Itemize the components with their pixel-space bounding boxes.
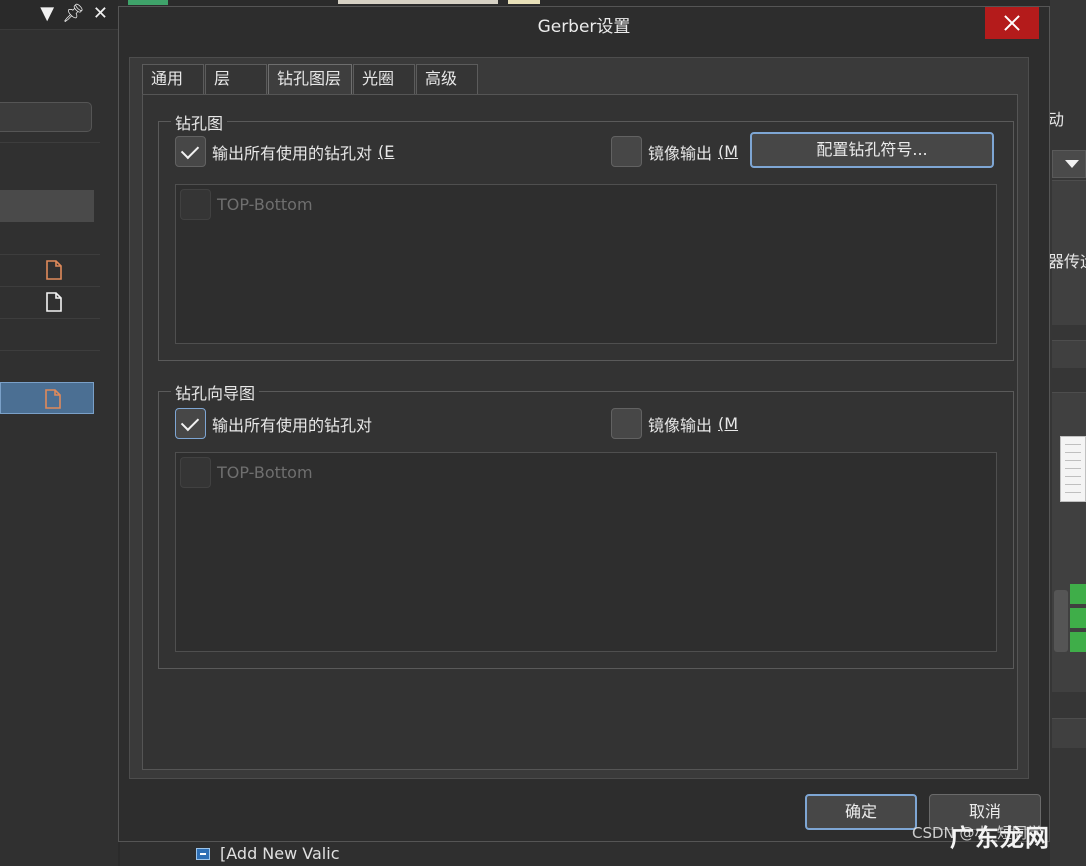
- document-icon: [46, 292, 62, 312]
- guide-mirror-output-shortcut: (M: [718, 414, 739, 433]
- status-check-icons: [1070, 584, 1086, 652]
- tab-apertures[interactable]: 光圈: [353, 64, 415, 94]
- mirror-output-label: 镜像输出: [648, 143, 713, 163]
- document-icon: [45, 389, 61, 409]
- dropdown-triangle-icon[interactable]: ▼: [40, 3, 54, 24]
- group-title: 钻孔向导图: [171, 380, 260, 404]
- scrollbar[interactable]: [1054, 590, 1068, 652]
- output-all-drill-pairs-option[interactable]: 输出所有使用的钻孔对 (E: [175, 136, 394, 167]
- list-item: TOP-Bottom: [180, 457, 313, 488]
- right-panel-section: [1052, 340, 1086, 368]
- dialog-title: Gerber设置: [537, 17, 631, 37]
- left-panel-row[interactable]: [0, 286, 94, 318]
- drill-pair-checkbox: [180, 457, 211, 488]
- tab-drill-drawing[interactable]: 钻孔图层: [268, 64, 352, 94]
- left-panel-header: ▼ 📌︎ ✕: [0, 0, 118, 30]
- output-all-drill-pairs-checkbox[interactable]: [175, 136, 206, 167]
- pin-icon[interactable]: 📌︎: [62, 3, 85, 24]
- close-button[interactable]: [985, 7, 1039, 39]
- dialog-body: 通用 层 钻孔图层 光圈 高级 钻孔图 输出所有使用的钻孔对 (E 镜像输出 (…: [129, 57, 1029, 779]
- right-panel-dropdown[interactable]: [1052, 150, 1086, 178]
- close-icon: [1004, 15, 1020, 31]
- tab-advanced[interactable]: 高级: [416, 64, 478, 94]
- right-panel-section: [1052, 718, 1086, 748]
- output-all-drill-pairs-label: 输出所有使用的钻孔对: [212, 143, 373, 163]
- guide-mirror-output-label: 镜像输出: [648, 415, 713, 435]
- document-icon: [46, 260, 62, 280]
- left-panel-row[interactable]: [0, 190, 94, 222]
- left-panel-row-selected[interactable]: [0, 382, 94, 414]
- bg-toolbar-strip: [508, 0, 540, 4]
- left-panel-search-input[interactable]: [0, 102, 92, 132]
- drill-pair-label: TOP-Bottom: [217, 463, 313, 482]
- close-icon[interactable]: ✕: [93, 3, 108, 24]
- drill-drawing-tab-page: 钻孔图 输出所有使用的钻孔对 (E 镜像输出 (M 配置钻孔符号... TOP-…: [142, 94, 1018, 770]
- divider: [0, 318, 100, 319]
- guide-mirror-output-checkbox[interactable]: [611, 408, 642, 439]
- drill-pair-checkbox: [180, 189, 211, 220]
- watermark-brand-text: 广东龙网: [950, 824, 1050, 852]
- bg-toolbar-strip: [338, 0, 498, 4]
- divider: [0, 142, 100, 143]
- bg-toolbar-strip: [128, 0, 168, 5]
- right-panel-label: 动: [1048, 110, 1065, 129]
- chevron-down-icon: [1065, 160, 1079, 168]
- tab-general[interactable]: 通用: [142, 64, 204, 94]
- guide-mirror-output-option[interactable]: 镜像输出 (M: [611, 408, 738, 439]
- gerber-settings-dialog: Gerber设置 通用 层 钻孔图层 光圈 高级 钻孔图 输出所有使用的钻孔对 …: [118, 6, 1050, 842]
- left-panel-row[interactable]: [0, 254, 94, 286]
- guide-drill-pairs-list[interactable]: TOP-Bottom: [175, 452, 997, 652]
- mirror-output-shortcut: (M: [718, 142, 739, 161]
- group-title: 钻孔图: [171, 110, 228, 134]
- configure-drill-symbols-button[interactable]: 配置钻孔符号...: [750, 132, 994, 168]
- right-panel-label: 器传运: [1048, 252, 1086, 271]
- list-item: TOP-Bottom: [180, 189, 313, 220]
- check-icon: [1070, 608, 1086, 628]
- drill-drawing-group: 钻孔图 输出所有使用的钻孔对 (E 镜像输出 (M 配置钻孔符号... TOP-…: [158, 110, 1014, 361]
- guide-output-all-drill-pairs-label: 输出所有使用的钻孔对: [212, 415, 373, 435]
- divider: [0, 350, 100, 351]
- mirror-output-checkbox[interactable]: [611, 136, 642, 167]
- add-new-validation-item[interactable]: [Add New Valic: [196, 844, 339, 863]
- tab-layers[interactable]: 层: [205, 64, 267, 94]
- drill-pairs-list[interactable]: TOP-Bottom: [175, 184, 997, 344]
- add-new-validation-label: [Add New Valic: [220, 844, 340, 863]
- ok-button[interactable]: 确定: [805, 794, 917, 830]
- tab-bar: 通用 层 钻孔图层 光圈 高级: [142, 64, 479, 94]
- mirror-output-option[interactable]: 镜像输出 (M: [611, 136, 738, 167]
- drill-pair-label: TOP-Bottom: [217, 195, 313, 214]
- add-arrow-icon: [196, 847, 210, 860]
- guide-output-all-drill-pairs-option[interactable]: 输出所有使用的钻孔对: [175, 408, 372, 439]
- check-icon: [1070, 632, 1086, 652]
- watermark-brand: 广东龙网: [950, 818, 1050, 853]
- drill-guide-group: 钻孔向导图 输出所有使用的钻孔对 镜像输出 (M TOP-Bottom: [158, 380, 1014, 669]
- output-all-shortcut: (E: [378, 142, 395, 161]
- document-preview-icon[interactable]: [1060, 436, 1086, 502]
- guide-output-all-drill-pairs-checkbox[interactable]: [175, 408, 206, 439]
- check-icon: [1070, 584, 1086, 604]
